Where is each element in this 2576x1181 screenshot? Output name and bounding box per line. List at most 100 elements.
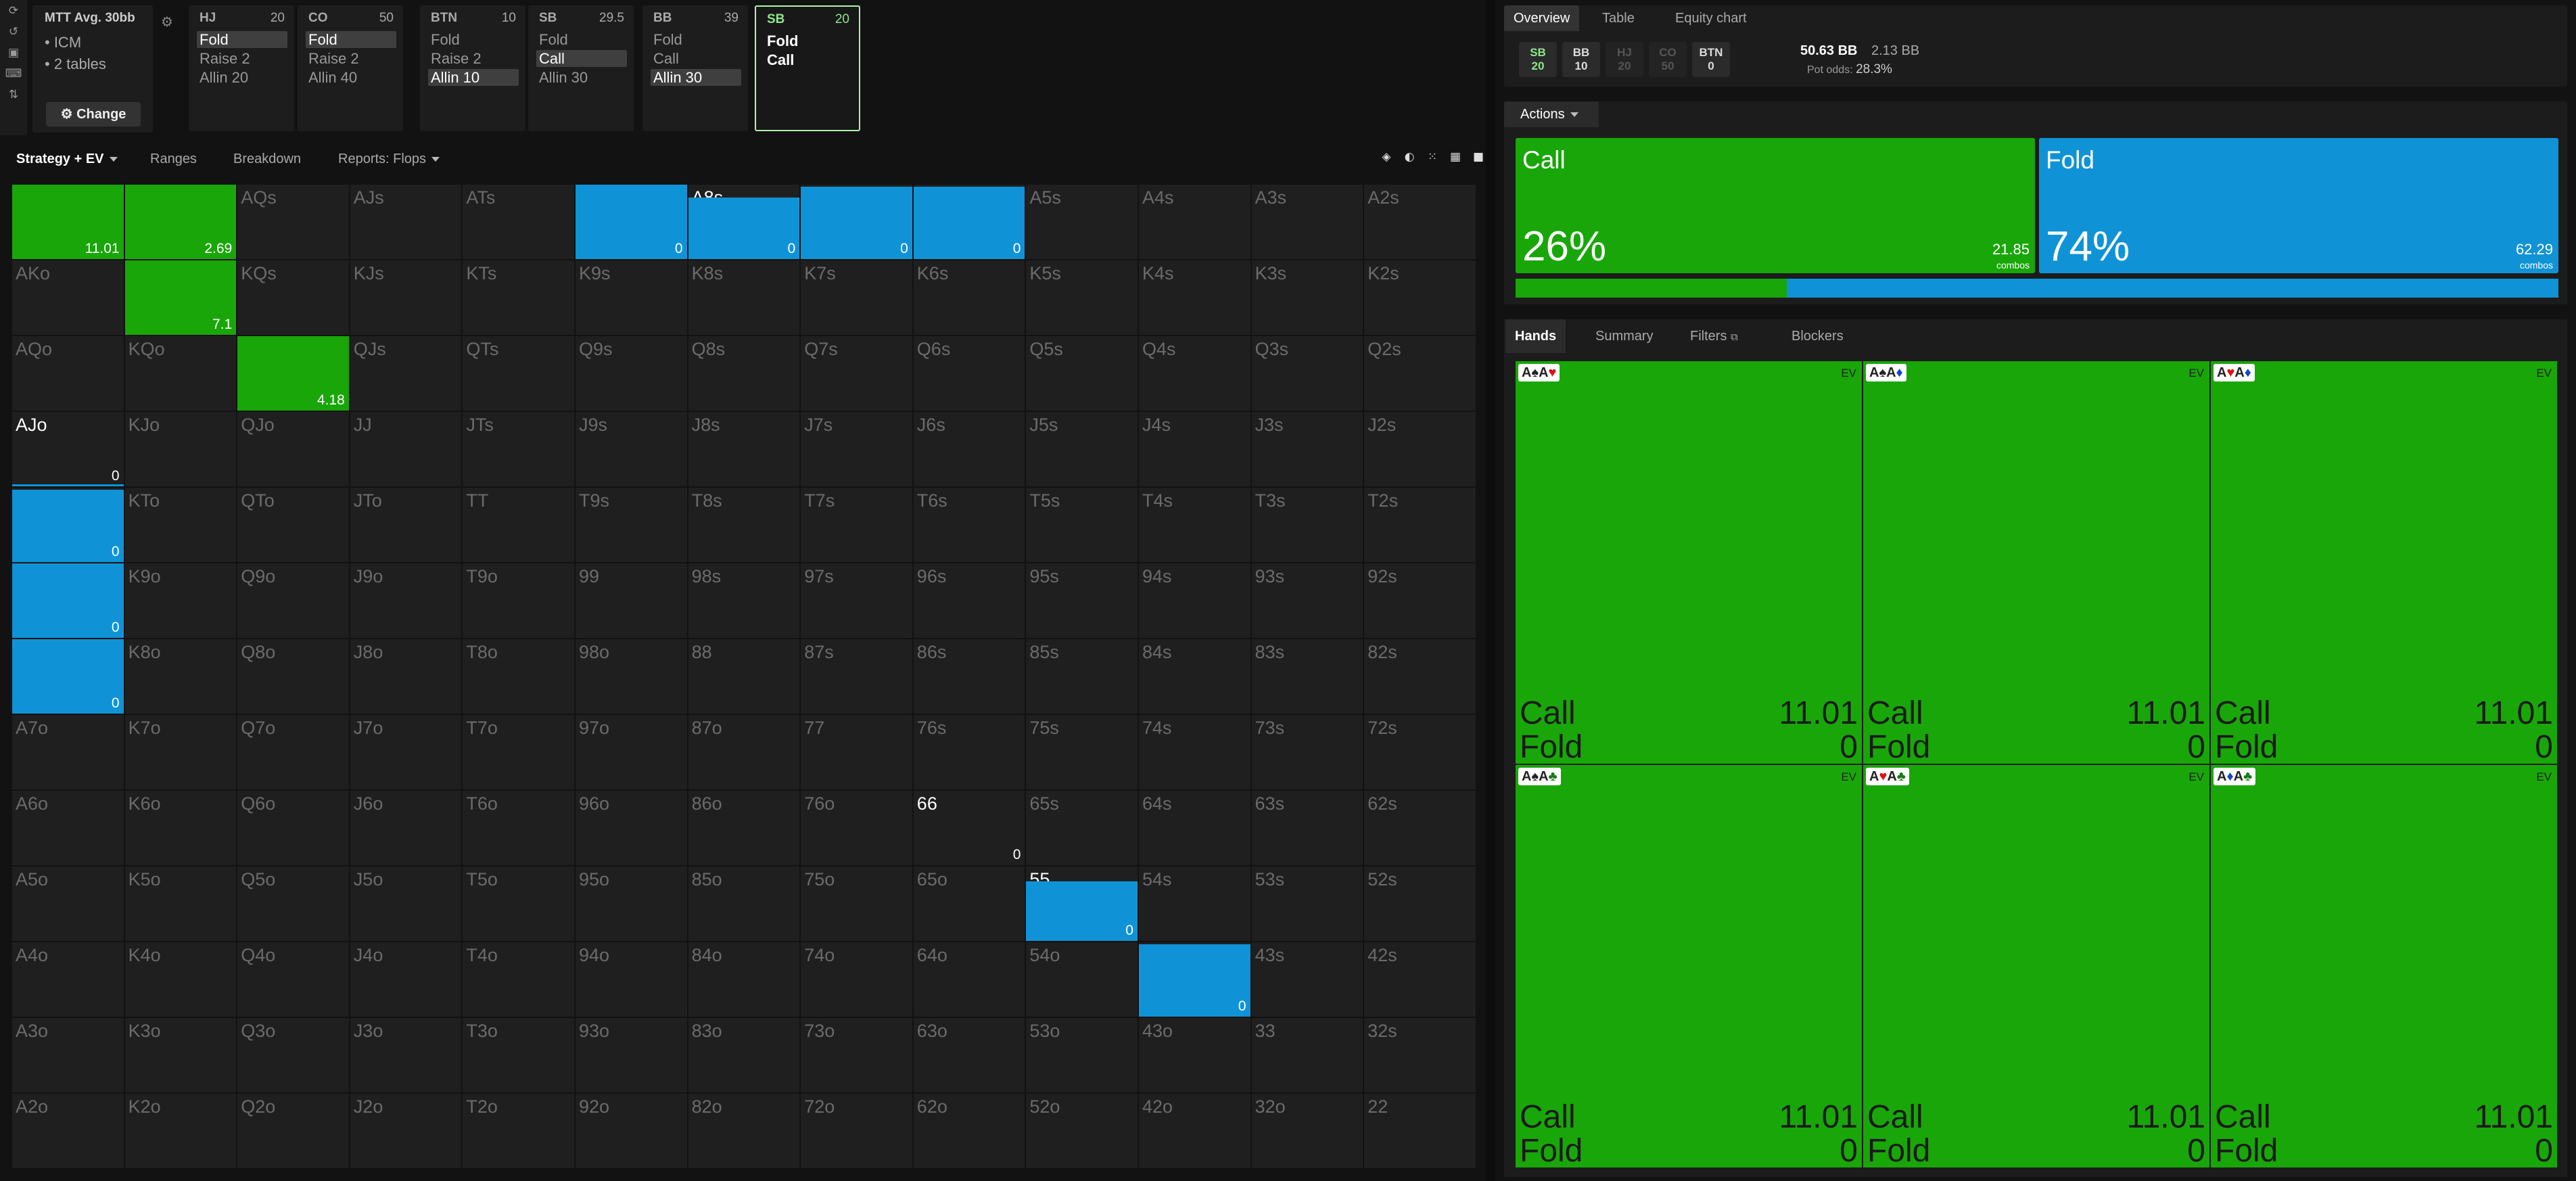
- hand-cell-72s[interactable]: 72s: [1364, 715, 1476, 789]
- hand-cell-Q9o[interactable]: Q9o: [237, 563, 349, 638]
- tab-strategy-ev[interactable]: Strategy + EV: [16, 142, 118, 176]
- position-action[interactable]: Allin 10: [428, 69, 519, 86]
- position-card-hj[interactable]: HJ 20 Fold Raise 2 Allin 20: [189, 5, 294, 131]
- hand-cell-T7o[interactable]: T7o: [463, 715, 574, 789]
- position-action[interactable]: Allin 30: [536, 69, 627, 86]
- hand-cell-J9o[interactable]: J9o: [350, 563, 462, 638]
- hand-cell-Q3s[interactable]: Q3s: [1251, 336, 1363, 411]
- hand-cell-77[interactable]: 77: [801, 715, 912, 789]
- hand-cell-33[interactable]: 33: [1251, 1018, 1363, 1092]
- hand-cell-AJs[interactable]: AJs: [350, 185, 462, 259]
- hand-cell-T4s[interactable]: T4s: [1139, 488, 1250, 562]
- hand-cell-98o[interactable]: 98o: [576, 639, 687, 714]
- hand-cell-Q5o[interactable]: Q5o: [237, 866, 349, 941]
- action-call-card[interactable]: Call 26% 21.85 combos: [1516, 138, 2035, 273]
- contrast-icon[interactable]: ◐: [1400, 147, 1419, 166]
- hand-cell-83o[interactable]: 83o: [688, 1018, 800, 1092]
- hand-cell-A9s[interactable]: A9s0: [576, 185, 687, 259]
- hand-cell-KJo[interactable]: KJo: [124, 412, 237, 486]
- hand-cell-T9o[interactable]: T9o: [463, 563, 574, 638]
- hand-cell-K4s[interactable]: K4s: [1139, 260, 1250, 335]
- hand-cell-QJo[interactable]: QJo: [237, 412, 349, 486]
- stack-chip-co[interactable]: CO 50: [1649, 42, 1687, 77]
- hand-cell-75o[interactable]: 75o: [801, 866, 912, 941]
- hand-cell-93s[interactable]: 93s: [1251, 563, 1363, 638]
- hand-cell-Q8s[interactable]: Q8s: [688, 336, 800, 411]
- hand-cell-86s[interactable]: 86s: [913, 639, 1025, 714]
- hand-cell-K2s[interactable]: K2s: [1364, 260, 1476, 335]
- hand-cell-K5o[interactable]: K5o: [124, 866, 237, 941]
- position-action[interactable]: Fold: [197, 31, 287, 48]
- hand-cell-76s[interactable]: 76s: [913, 715, 1025, 789]
- history-icon[interactable]: ↺: [0, 22, 27, 42]
- hand-cell-52s[interactable]: 52s: [1364, 866, 1476, 941]
- hand-cell-A8s[interactable]: A8s0: [688, 185, 800, 259]
- hand-cell-85s[interactable]: 85s: [1026, 639, 1138, 714]
- hand-cell-95s[interactable]: 95s: [1026, 563, 1138, 638]
- combo-cell[interactable]: A♠A♥ EV Call 11.01 Fold 0: [1516, 361, 1862, 765]
- hand-cell-A4s[interactable]: A4s: [1139, 185, 1250, 259]
- hand-cell-88[interactable]: 88: [688, 639, 800, 714]
- position-action[interactable]: Fold: [651, 31, 741, 48]
- hand-cell-A2s[interactable]: A2s: [1364, 185, 1476, 259]
- hand-cell-A3o[interactable]: A3o: [12, 1018, 124, 1092]
- hand-cell-86o[interactable]: 86o: [688, 791, 800, 865]
- hand-cell-73s[interactable]: 73s: [1251, 715, 1363, 789]
- position-card-sb[interactable]: SB 20 Fold Call: [755, 5, 860, 131]
- hand-cell-T3s[interactable]: T3s: [1251, 488, 1363, 562]
- position-action[interactable]: Allin 40: [306, 69, 396, 86]
- hand-cell-K3o[interactable]: K3o: [124, 1018, 237, 1092]
- hand-cell-43o[interactable]: 43o: [1139, 1018, 1250, 1092]
- hand-cell-Q7s[interactable]: Q7s: [801, 336, 912, 411]
- combo-cell[interactable]: A♠A♣ EV Call 11.01 Fold 0: [1516, 765, 1862, 1169]
- hand-cell-QTs[interactable]: QTs: [463, 336, 574, 411]
- hand-cell-J9s[interactable]: J9s: [576, 412, 687, 486]
- hand-cell-75s[interactable]: 75s: [1026, 715, 1138, 789]
- hand-cell-63o[interactable]: 63o: [913, 1018, 1025, 1092]
- hand-cell-T7s[interactable]: T7s: [801, 488, 912, 562]
- grid-icon[interactable]: ▦: [1446, 147, 1465, 166]
- hand-cell-A7o[interactable]: A7o: [12, 715, 124, 789]
- hand-cell-62o[interactable]: 62o: [913, 1094, 1025, 1168]
- hand-cell-65s[interactable]: 65s: [1026, 791, 1138, 865]
- hand-cell-AKs[interactable]: AKs2.69: [124, 185, 237, 259]
- position-action[interactable]: Fold: [306, 31, 396, 48]
- hand-cell-65o[interactable]: 65o: [913, 866, 1025, 941]
- hand-cell-66[interactable]: 66 0: [913, 791, 1025, 865]
- hand-cell-98s[interactable]: 98s: [688, 563, 800, 638]
- hand-cell-53o[interactable]: 53o: [1026, 1018, 1138, 1092]
- position-action[interactable]: Fold: [764, 32, 855, 49]
- position-action[interactable]: Call: [536, 50, 627, 67]
- hand-cell-94o[interactable]: 94o: [576, 942, 687, 1017]
- position-action[interactable]: Allin 30: [651, 69, 741, 86]
- combo-cell[interactable]: A♥A♣ EV Call 11.01 Fold 0: [1863, 765, 2209, 1169]
- hand-cell-ATo[interactable]: ATo0: [12, 488, 124, 562]
- hand-cell-83s[interactable]: 83s: [1251, 639, 1363, 714]
- hand-cell-A7s[interactable]: A7s0: [801, 185, 912, 259]
- hand-cell-QTo[interactable]: QTo: [237, 488, 349, 562]
- tab-table[interactable]: Table: [1593, 5, 1644, 31]
- hand-cell-72o[interactable]: 72o: [801, 1094, 912, 1168]
- hand-cell-T3o[interactable]: T3o: [463, 1018, 574, 1092]
- hand-cell-43s[interactable]: 43s: [1251, 942, 1363, 1017]
- hand-cell-T8s[interactable]: T8s: [688, 488, 800, 562]
- hand-cell-ATs[interactable]: ATs: [463, 185, 574, 259]
- hand-cell-J3o[interactable]: J3o: [350, 1018, 462, 1092]
- hand-cell-96o[interactable]: 96o: [576, 791, 687, 865]
- hand-cell-J4o[interactable]: J4o: [350, 942, 462, 1017]
- tab-summary[interactable]: Summary: [1586, 319, 1663, 353]
- position-card-sb[interactable]: SB 29.5 Fold Call Allin 30: [528, 5, 634, 131]
- hand-cell-KJs[interactable]: KJs: [350, 260, 462, 335]
- hand-cell-64o[interactable]: 64o: [913, 942, 1025, 1017]
- hand-cell-22[interactable]: 22: [1364, 1094, 1476, 1168]
- change-button[interactable]: ⚙ Change: [46, 102, 141, 126]
- hand-cell-42o[interactable]: 42o: [1139, 1094, 1250, 1168]
- hand-cell-K7s[interactable]: K7s: [801, 260, 912, 335]
- tab-breakdown[interactable]: Breakdown: [233, 142, 301, 176]
- actions-dropdown[interactable]: Actions: [1504, 101, 1599, 127]
- hand-cell-JTs[interactable]: JTs: [463, 412, 574, 486]
- combo-cell[interactable]: A♦A♣ EV Call 11.01 Fold 0: [2211, 765, 2557, 1169]
- position-card-btn[interactable]: BTN 10 Fold Raise 2 Allin 10: [420, 5, 525, 131]
- hand-cell-Q8o[interactable]: Q8o: [237, 639, 349, 714]
- hand-cell-K6s[interactable]: K6s: [913, 260, 1025, 335]
